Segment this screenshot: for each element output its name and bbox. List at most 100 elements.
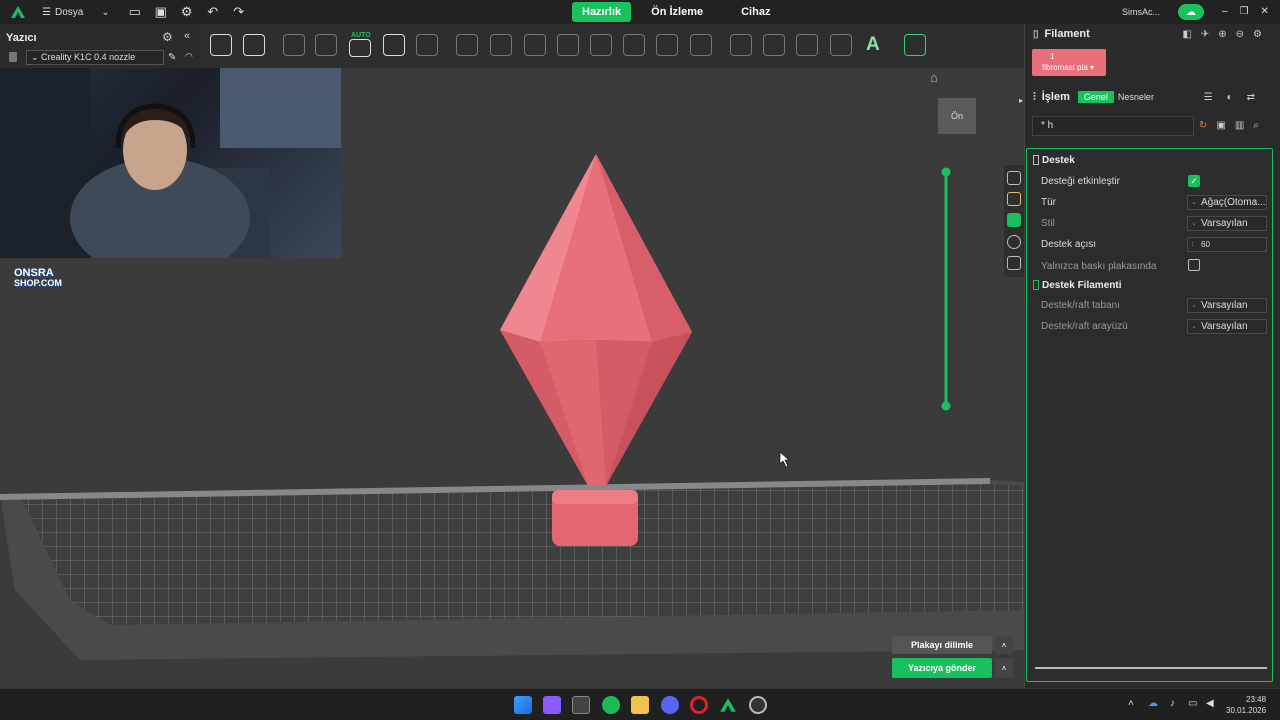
plate-only-checkbox[interactable] xyxy=(1188,259,1200,271)
redo-icon[interactable]: ↷ xyxy=(226,0,252,24)
chevron-up-icon[interactable]: ˄ xyxy=(995,658,1013,678)
discord-icon[interactable] xyxy=(661,696,679,714)
auto-orient-icon[interactable] xyxy=(349,39,371,57)
save-icon[interactable]: ▣ xyxy=(148,0,174,24)
filament-name: fibromast pla ▾ xyxy=(1042,63,1095,72)
support-style-select[interactable]: ⌄ Varsayılan xyxy=(1187,216,1267,231)
rotate-icon[interactable] xyxy=(557,34,579,56)
enable-support-label: Desteği etkinleştir xyxy=(1041,176,1120,187)
view-cube[interactable]: Ön xyxy=(938,98,976,134)
send-to-printer-button[interactable]: Yazıcıya gönder xyxy=(892,658,992,678)
seam-paint-icon[interactable] xyxy=(763,34,785,56)
printer-name: Creality K1C 0.4 nozzle xyxy=(41,52,136,62)
support-filament-section-icon xyxy=(1033,280,1039,290)
open-folder-icon[interactable]: ▭ xyxy=(122,0,148,24)
fuzzy-skin-icon[interactable] xyxy=(796,34,818,56)
gear-icon[interactable]: ⚙ xyxy=(174,0,200,24)
boolean-icon[interactable] xyxy=(623,34,645,56)
explorer-icon[interactable] xyxy=(631,696,649,714)
minimize-icon[interactable]: – xyxy=(1222,6,1228,17)
app-icon[interactable] xyxy=(543,696,561,714)
opera-icon[interactable] xyxy=(690,696,708,714)
layout-icon[interactable] xyxy=(383,34,405,56)
eraser-icon[interactable] xyxy=(416,34,438,56)
support-icon[interactable] xyxy=(1007,213,1021,227)
panel-collapse-icon[interactable]: ▸ xyxy=(1019,96,1023,105)
plate-icon[interactable] xyxy=(1007,192,1021,206)
assembly-icon[interactable] xyxy=(904,34,926,56)
add-cube-icon[interactable] xyxy=(210,34,232,56)
process-header: ⫶ İşlem Genel Nesneler ☰◐⇄ xyxy=(1025,87,1280,107)
clock[interactable]: 23:48 30.01.2026 xyxy=(1226,694,1266,716)
tab-general[interactable]: Genel xyxy=(1077,91,1114,103)
tab-prepare[interactable]: Hazırlık xyxy=(572,2,632,22)
raft-interface-select[interactable]: ⌄ Varsayılan xyxy=(1187,319,1267,334)
filament-chip[interactable]: 1 fibromast pla ▾ xyxy=(1032,49,1106,76)
split-icon[interactable] xyxy=(456,34,478,56)
chevron-up-icon[interactable]: ˄ xyxy=(995,636,1013,654)
cloud-upload-icon[interactable]: ☁ xyxy=(1178,4,1204,20)
onedrive-icon[interactable]: ☁ xyxy=(1148,698,1158,709)
edit-icon[interactable]: ✎ xyxy=(168,52,176,63)
file-menu[interactable]: ☰ Dosya ⌄ xyxy=(42,7,110,18)
scale-icon[interactable] xyxy=(524,34,546,56)
store-icon[interactable] xyxy=(572,696,590,714)
layers-icon[interactable] xyxy=(1007,171,1021,185)
close-icon[interactable]: ✕ xyxy=(1261,6,1269,17)
reset-icon[interactable]: ↻ xyxy=(1199,120,1216,131)
printer-select[interactable]: ⌄ Creality K1C 0.4 nozzle xyxy=(26,50,164,65)
support-filament-title: Destek Filamenti xyxy=(1042,280,1122,291)
enable-support-checkbox[interactable]: ✓ xyxy=(1188,175,1200,187)
raft-interface-value: Varsayılan xyxy=(1201,321,1248,332)
printer-settings-icon[interactable]: ⚙ xyxy=(162,30,173,44)
user-name[interactable]: SimsAc... xyxy=(1122,7,1160,17)
home-view-icon[interactable]: ⌂ xyxy=(930,70,938,85)
raft-base-select[interactable]: ⌄ Varsayılan xyxy=(1187,298,1267,313)
windows-start-icon[interactable] xyxy=(514,696,532,714)
obs-icon[interactable] xyxy=(749,696,767,714)
collapse-icon[interactable]: « xyxy=(184,30,190,42)
orient-icon[interactable] xyxy=(315,34,337,56)
lay-flat-icon[interactable] xyxy=(656,34,678,56)
plate-only-label: Yalnızca baskı plakasında xyxy=(1041,261,1157,272)
side-toolbar xyxy=(1004,165,1024,277)
printer-panel-title: Yazıcı xyxy=(6,32,37,44)
arrange-icon[interactable] xyxy=(283,34,305,56)
spotify-icon[interactable] xyxy=(602,696,620,714)
volume-icon[interactable]: ◀ xyxy=(1206,698,1214,709)
tab-objects[interactable]: Nesneler xyxy=(1118,92,1154,102)
chevron-up-icon[interactable]: ˄ xyxy=(1128,698,1134,709)
support-section-icon xyxy=(1033,155,1039,165)
support-angle-input[interactable]: ↕ 60 xyxy=(1187,237,1267,252)
plate-grid-icon[interactable] xyxy=(243,34,265,56)
text-tool-icon[interactable]: A xyxy=(866,34,880,56)
settings-panel: ▯ Filament ◧✈⊕⊖⚙ 1 fibromast pla ▾ ⫶ İşl… xyxy=(1019,24,1280,688)
wifi-icon[interactable]: ◠ xyxy=(185,51,193,62)
support-paint-icon[interactable] xyxy=(730,34,752,56)
restore-icon[interactable]: ❐ xyxy=(1240,6,1249,17)
measure-icon[interactable] xyxy=(690,34,712,56)
save-icon[interactable]: ▣ xyxy=(1216,120,1234,131)
delete-icon[interactable]: ▥ xyxy=(1235,120,1253,131)
network-icon[interactable]: ▭ xyxy=(1188,698,1197,709)
slice-plate-button[interactable]: Plakayı dilimle xyxy=(892,636,992,654)
sliders-icon: ⫶ xyxy=(1033,90,1036,103)
move-icon[interactable] xyxy=(490,34,512,56)
horizontal-scrollbar[interactable] xyxy=(1035,667,1267,669)
tab-device[interactable]: Cihaz xyxy=(731,2,780,22)
color-paint-icon[interactable] xyxy=(830,34,852,56)
cluster-icon[interactable] xyxy=(1007,256,1021,270)
preset-tools: ↻▣▥⌕ xyxy=(1199,120,1268,131)
support-angle-value: 60 xyxy=(1201,240,1210,249)
creality-print-icon[interactable] xyxy=(719,696,737,714)
shop-logo-line2: SHOP.COM xyxy=(14,278,62,288)
cut-icon[interactable] xyxy=(590,34,612,56)
process-preset-select[interactable]: * h xyxy=(1032,116,1194,136)
tab-preview[interactable]: Ön İzleme xyxy=(641,2,713,22)
search-icon[interactable]: ⌕ xyxy=(1253,120,1268,131)
os-taskbar: ˄ ☁ ♪ ▭ ◀ 23:48 30.01.2026 xyxy=(0,688,1280,720)
microphone-icon[interactable]: ♪ xyxy=(1170,698,1175,709)
support-type-select[interactable]: ⌄ Ağaç(Otoma... xyxy=(1187,195,1267,210)
search-icon[interactable] xyxy=(1007,235,1021,249)
undo-icon[interactable]: ↶ xyxy=(200,0,226,24)
